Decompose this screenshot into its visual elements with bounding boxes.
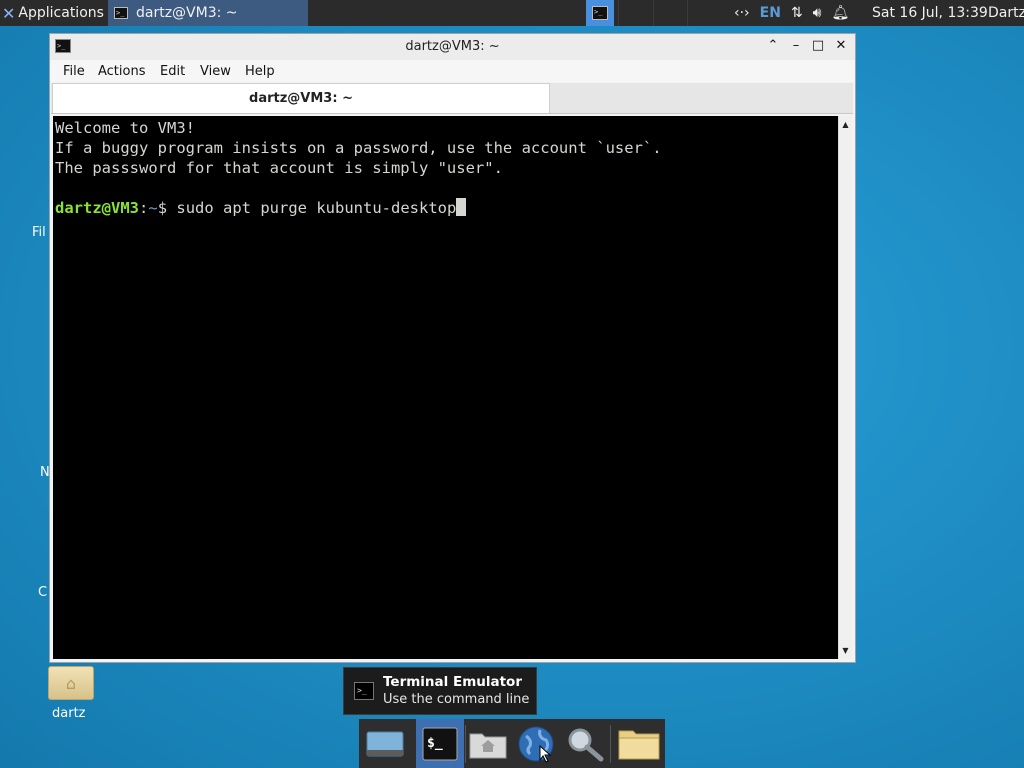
workspace-3-button[interactable] — [652, 0, 688, 26]
workspace-switcher[interactable] — [618, 0, 722, 26]
terminal-emulator-button[interactable]: $_ — [416, 719, 464, 768]
app-finder-button[interactable] — [561, 719, 609, 768]
workspace-4-button[interactable] — [687, 0, 722, 26]
tab-bar: dartz@VM3: ~ — [51, 83, 853, 114]
terminal-window: >_ dartz@VM3: ~ ⌃ – □ ✕ File Actions Edi… — [49, 33, 856, 663]
window-title: dartz@VM3: ~ — [405, 39, 500, 54]
show-desktop-button[interactable] — [361, 719, 409, 768]
system-tray: ‹·› EN ⇅ 🔊︎ 🔔︎ — [734, 0, 849, 26]
svg-text:>_: >_ — [357, 686, 367, 695]
keyboard-layout-indicator[interactable]: EN — [760, 5, 781, 21]
menu-file[interactable]: File — [63, 64, 85, 79]
svg-text:$_: $_ — [427, 736, 443, 751]
menu-view[interactable]: View — [200, 64, 231, 79]
applications-menu-button[interactable]: ✕ Applications ⋮ — [0, 0, 121, 26]
top-panel: ✕ Applications ⋮ >_ dartz@VM3: ~ >_ ‹·› … — [0, 0, 1024, 26]
home-folder-button[interactable] — [464, 719, 512, 768]
window-titlebar[interactable]: >_ dartz@VM3: ~ ⌃ – □ ✕ — [50, 34, 855, 61]
maximize-button[interactable]: □ — [810, 38, 826, 53]
window-shade-button[interactable]: ⌃ — [765, 38, 781, 53]
menu-actions[interactable]: Actions — [98, 64, 146, 79]
terminal-icon: >_ — [354, 682, 374, 700]
terminal-icon: >_ — [114, 7, 128, 19]
magnifier-icon — [568, 728, 604, 761]
tab-terminal[interactable]: dartz@VM3: ~ — [52, 83, 550, 113]
tooltip-title: Terminal Emulator — [383, 674, 522, 690]
menu-help[interactable]: Help — [245, 64, 275, 79]
show-desktop-icon — [366, 731, 404, 756]
network-arrows-icon[interactable]: ‹·› — [734, 5, 750, 21]
folder-icon — [618, 730, 660, 759]
terminal-icon: $_ — [422, 727, 458, 760]
taskbar-window-button[interactable]: >_ dartz@VM3: ~ — [108, 0, 308, 26]
scroll-up-arrow-icon[interactable]: ▲ — [839, 118, 852, 131]
text-cursor — [456, 198, 467, 216]
menu-edit[interactable]: Edit — [160, 64, 185, 79]
home-folder-icon — [469, 733, 507, 758]
applications-label: Applications — [18, 5, 104, 21]
prompt-symbol: $ — [157, 199, 177, 217]
minimize-button[interactable]: – — [788, 38, 804, 53]
scroll-down-arrow-icon[interactable]: ▼ — [839, 644, 852, 657]
terminal-scrollbar[interactable]: ▲ ▼ — [838, 116, 852, 659]
xfce-logo-icon: ✕ — [2, 3, 16, 23]
terminal-line: Welcome to VM3! — [55, 119, 195, 137]
menu-bar: File Actions Edit View Help — [50, 60, 855, 82]
desktop-icon-label[interactable]: Fil — [32, 225, 46, 240]
prompt-user: dartz@VM3 — [55, 199, 139, 217]
clock[interactable]: Sat 16 Jul, 13:39 — [872, 0, 988, 26]
globe-icon — [518, 726, 554, 763]
terminal-line: The passsword for that account is simply… — [55, 159, 503, 177]
desktop-icon-label[interactable]: C — [38, 585, 47, 600]
workspace-2-button[interactable] — [618, 0, 653, 26]
user-menu[interactable]: Dartz — [988, 0, 1024, 26]
terminal-output[interactable]: Welcome to VM3! If a buggy program insist… — [53, 116, 838, 659]
terminal-line: If a buggy program insists on a password… — [55, 139, 662, 157]
close-button[interactable]: ✕ — [833, 38, 849, 53]
home-folder-label[interactable]: dartz — [52, 706, 85, 721]
dock-tooltip: >_ Terminal Emulator Use the command lin… — [343, 667, 537, 715]
prompt-line: dartz@VM3:~$ sudo apt purge kubuntu-desk… — [55, 198, 836, 218]
terminal-icon: >_ — [592, 6, 608, 20]
files-button[interactable] — [615, 719, 663, 768]
tooltip-subtitle: Use the command line — [383, 692, 530, 707]
volume-icon[interactable]: 🔊︎ — [813, 5, 822, 21]
prompt-separator: : — [139, 199, 149, 217]
web-browser-button[interactable] — [512, 719, 560, 768]
notification-bell-icon[interactable]: 🔔︎ — [832, 5, 850, 21]
network-transfer-icon[interactable]: ⇅ — [791, 5, 803, 21]
dock: $_ — [359, 719, 665, 768]
home-folder-icon[interactable]: ⌂ — [48, 666, 94, 700]
prompt-path: ~ — [148, 199, 158, 217]
command-input[interactable]: sudo apt purge kubuntu-desktop — [176, 199, 456, 217]
taskbar-window-title: dartz@VM3: ~ — [136, 5, 238, 21]
workspace-1-button[interactable]: >_ — [586, 0, 614, 26]
